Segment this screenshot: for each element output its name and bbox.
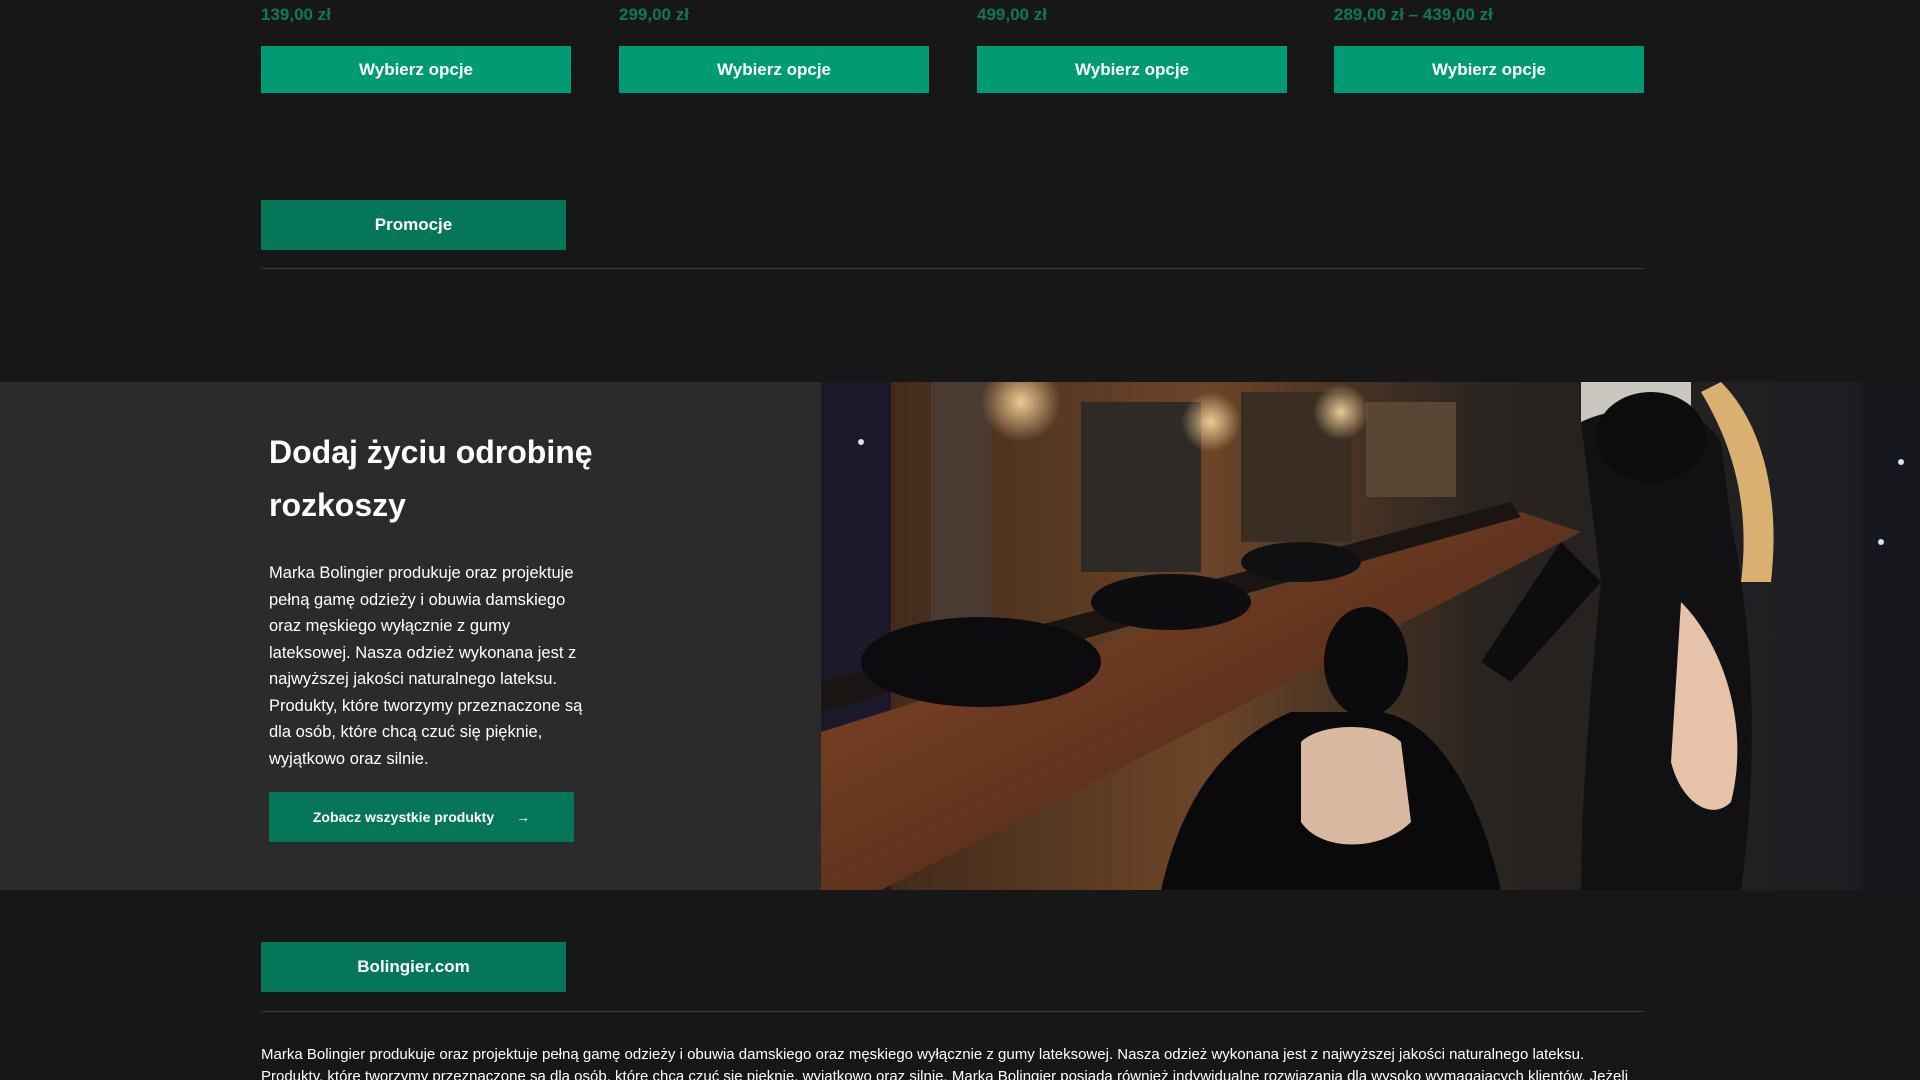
choose-options-button[interactable]: Wybierz opcje — [261, 46, 571, 93]
banner-title: Dodaj życiu odrobinę rozkoszy — [269, 434, 593, 523]
divider — [261, 268, 1644, 269]
product-row: 139,00 zł Wybierz opcje 299,00 zł Wybier… — [261, 0, 1644, 100]
choose-options-button[interactable]: Wybierz opcje — [1334, 46, 1644, 93]
page: 139,00 zł Wybierz opcje 299,00 zł Wybier… — [0, 0, 1920, 1080]
footer-description: Marka Bolingier produkuje oraz projektuj… — [261, 1046, 1629, 1080]
arrow-right-icon: → — [516, 809, 531, 825]
view-all-products-button[interactable]: Zobacz wszystkie produkty → — [269, 792, 574, 842]
choose-options-button[interactable]: Wybierz opcje — [977, 46, 1287, 93]
divider — [261, 1011, 1644, 1012]
view-all-products-label: Zobacz wszystkie produkty — [312, 809, 495, 825]
choose-options-button[interactable]: Wybierz opcje — [619, 46, 929, 93]
promotions-button[interactable]: Promocje — [261, 200, 566, 250]
banner-photo — [821, 382, 1920, 890]
product-price: 289,00 zł – 439,00 zł — [1334, 5, 1493, 24]
photo-latex-barbershop-icon — [821, 382, 1920, 890]
product-price: 499,00 zł — [977, 5, 1047, 24]
banner-description: Marka Bolingier produkuje oraz projektuj… — [269, 564, 583, 768]
bolingier-com-button[interactable]: Bolingier.com — [261, 942, 566, 992]
product-price: 139,00 zł — [261, 5, 331, 24]
product-price: 299,00 zł — [619, 5, 689, 24]
